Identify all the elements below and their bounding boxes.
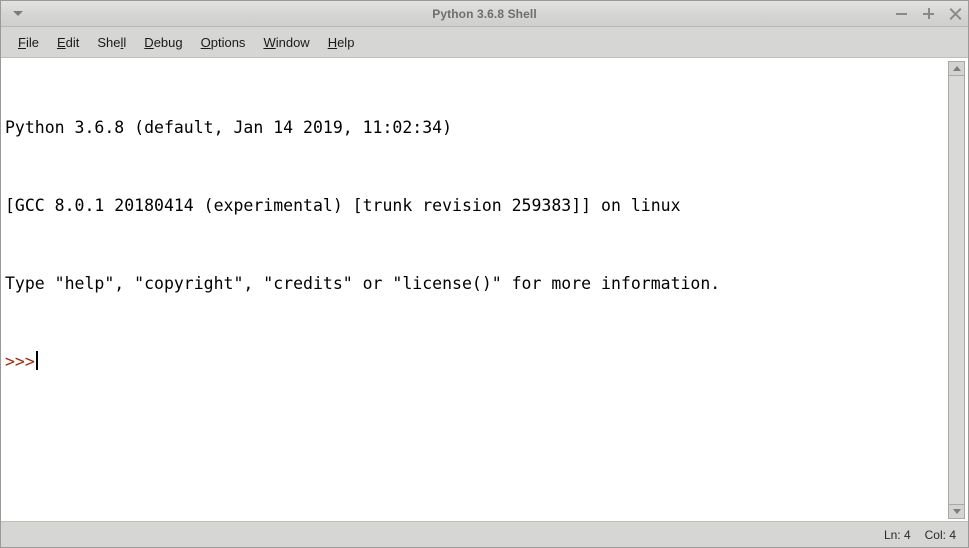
menu-item-debug[interactable]: Debug (135, 33, 191, 52)
shell-text-output[interactable]: Python 3.6.8 (default, Jan 14 2019, 11:0… (1, 59, 946, 521)
scrollbar-trough[interactable] (948, 76, 965, 504)
scroll-down-arrow-icon[interactable] (948, 504, 965, 519)
menu-item-help[interactable]: Help (319, 33, 364, 52)
vertical-scrollbar[interactable] (946, 59, 968, 521)
menu-item-shell[interactable]: Shell (88, 33, 135, 52)
status-column-number: Col: 4 (924, 527, 956, 542)
window-controls (895, 1, 962, 26)
shell-content-area: Python 3.6.8 (default, Jan 14 2019, 11:0… (1, 58, 968, 521)
chevron-down-icon (13, 11, 23, 16)
menu-item-edit[interactable]: Edit (48, 33, 88, 52)
menu-item-file[interactable]: File (9, 33, 48, 52)
shell-line: [GCC 8.0.1 20180414 (experimental) [trun… (5, 196, 681, 215)
status-bar: Ln: 4 Col: 4 (1, 521, 968, 547)
menu-bar: File Edit Shell Debug Options Window Hel… (1, 27, 968, 58)
minimize-icon[interactable] (895, 7, 908, 20)
shell-line: Type "help", "copyright", "credits" or "… (5, 274, 721, 293)
text-cursor (35, 351, 38, 370)
window-menu-button[interactable] (5, 1, 31, 26)
menu-item-window[interactable]: Window (254, 33, 318, 52)
shell-prompt-line[interactable]: >>> (5, 349, 946, 375)
python-shell-window: Python 3.6.8 Shell File Edit Shell Debug… (0, 0, 969, 548)
shell-prompt: >>> (5, 352, 35, 371)
maximize-icon[interactable] (922, 7, 935, 20)
title-bar[interactable]: Python 3.6.8 Shell (1, 1, 968, 27)
scroll-up-arrow-icon[interactable] (948, 61, 965, 76)
menu-item-options[interactable]: Options (192, 33, 255, 52)
window-title: Python 3.6.8 Shell (432, 6, 537, 21)
shell-line: Python 3.6.8 (default, Jan 14 2019, 11:0… (5, 118, 453, 137)
status-line-number: Ln: 4 (883, 527, 911, 542)
close-icon[interactable] (949, 7, 962, 21)
